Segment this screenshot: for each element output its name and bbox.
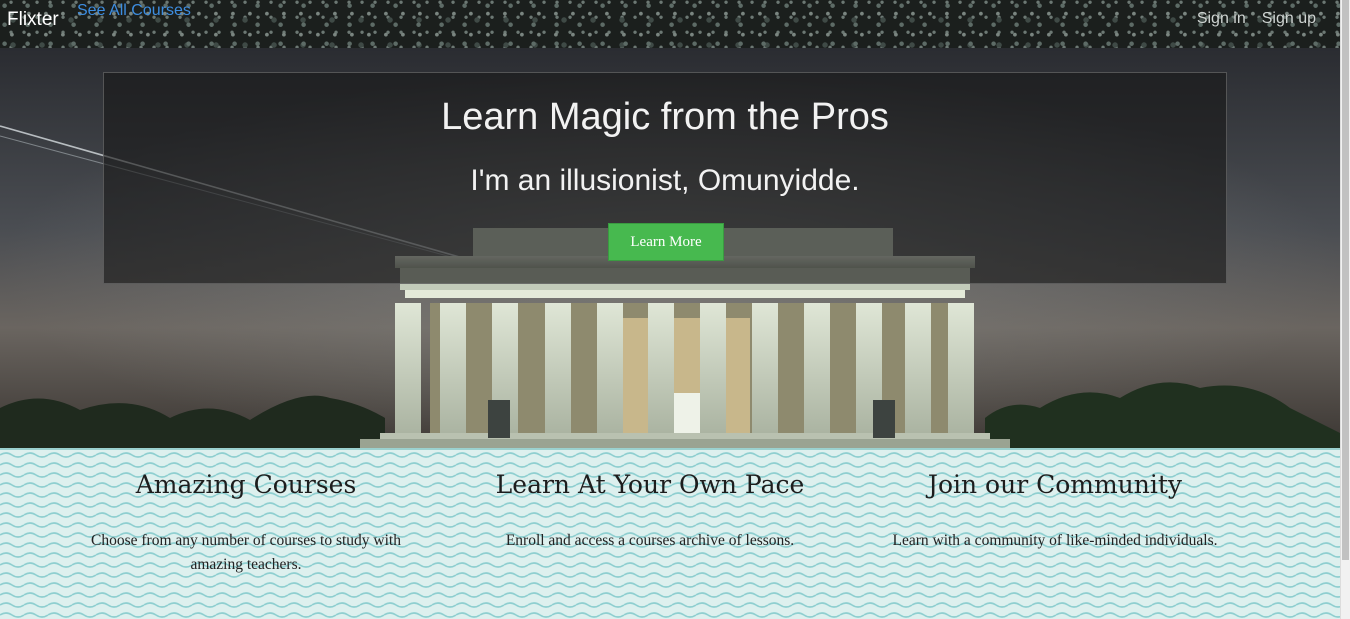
top-navbar: Flixter See All Courses Sign in Sign up [0,0,1340,48]
hero-section: Learn Magic from the Pros I'm an illusio… [0,48,1340,448]
hero-overlay-panel: Learn Magic from the Pros I'm an illusio… [103,72,1227,284]
learn-more-button[interactable]: Learn More [608,223,724,261]
sign-in-link[interactable]: Sign in [1197,10,1246,28]
hero-title: Learn Magic from the Pros [441,96,889,138]
sign-up-link[interactable]: Sign up [1262,10,1316,28]
feature-text: Choose from any number of courses to stu… [91,532,401,573]
see-all-courses-link[interactable]: See All Courses [77,2,191,20]
feature-heading: Learn At Your Own Pace [495,470,805,499]
feature-text: Enroll and access a courses archive of l… [505,532,795,549]
brand-logo-link[interactable]: Flixter [7,9,59,31]
feature-heading: Join our Community [927,470,1183,499]
page-scrollbar[interactable] [1340,0,1350,619]
hero-subtitle: I'm an illusionist, Omunyidde. [470,164,860,197]
feature-text: Learn with a community of like-minded in… [892,532,1218,549]
feature-heading: Amazing Courses [135,470,357,499]
features-section: Amazing Courses Choose from any number o… [0,448,1340,619]
scrollbar-thumb[interactable] [1342,0,1349,560]
auth-links: Sign in Sign up [1197,10,1316,28]
